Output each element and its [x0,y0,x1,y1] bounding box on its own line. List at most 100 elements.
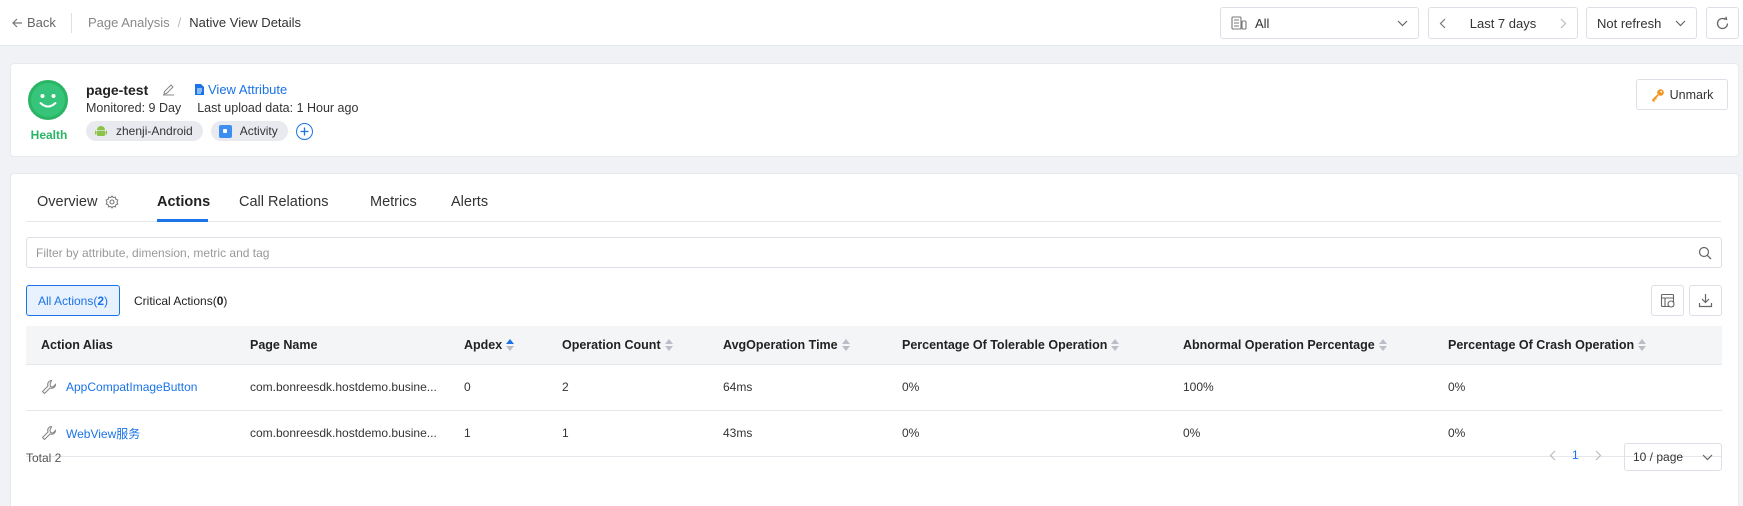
add-tag-button[interactable] [295,122,313,140]
view-attribute-link[interactable]: View Attribute [194,82,287,97]
action-alias-label: AppCompatImageButton [66,380,198,394]
tag-activity[interactable]: Activity [210,121,288,141]
app-select[interactable]: All [1220,7,1419,39]
sort-ascending-icon[interactable] [506,339,515,352]
tag-list: zhenji-Android Activity [86,121,313,141]
chevron-left-icon[interactable] [1549,450,1556,461]
monitored-duration: Monitored: 9 Day [86,101,182,115]
cell-action-alias: WebView服务 [26,410,235,457]
tab-actions[interactable]: Actions [157,194,210,210]
action-alias-link[interactable]: WebView服务 [41,425,235,442]
search-field [26,237,1722,268]
time-range-picker[interactable]: Last 7 days [1428,7,1578,39]
tab-bar: Overview Actions Call Relations Metrics … [26,174,1721,222]
breadcrumb-page-analysis[interactable]: Page Analysis [88,15,170,30]
sort-icon[interactable] [1378,339,1387,352]
filter-critical-actions[interactable]: Critical Actions(0) [134,285,227,316]
page-meta: Monitored: 9 Day Last upload data: 1 Hou… [86,101,358,115]
plus-icon [300,127,309,135]
time-range-value: Last 7 days [1469,15,1537,31]
col-action-alias-label: Action Alias [41,337,113,352]
page-size-value: 10 / page [1633,450,1684,464]
unmark-button[interactable]: Unmark [1636,79,1728,110]
cell-tolerable-percentage: 0% [887,410,1168,457]
filter-all-close: ) [104,293,109,308]
cell-avg-operation-time: 43ms [708,410,887,457]
table-settings-icon [1660,293,1675,308]
filter-critical-count: 0 [216,293,224,308]
sort-icon[interactable] [664,339,673,352]
cell-apdex: 0 [449,364,547,411]
chevron-down-icon [1675,20,1686,26]
back-label: Back [27,15,56,30]
page-title: page-test [86,82,149,98]
sort-icon[interactable] [1638,339,1647,352]
reload-button[interactable] [1706,7,1739,39]
page-name-value: com.bonreesdk.hostdemo.busine... [250,380,437,395]
page-size-select[interactable]: 10 / page [1624,443,1722,471]
col-tolerable-percentage[interactable]: Percentage Of Tolerable Operation [887,326,1168,365]
refresh-select[interactable]: Not refresh [1586,7,1697,39]
column-settings-button[interactable] [1651,285,1684,316]
search-icon[interactable] [1698,246,1712,260]
cell-avg-operation-time: 64ms [708,364,887,411]
tab-overview[interactable]: Overview [37,194,119,210]
tab-metrics[interactable]: Metrics [370,194,417,210]
col-page-name-label: Page Name [250,337,318,352]
last-upload-time: Last upload data: 1 Hour ago [197,101,359,115]
view-attribute-label: View Attribute [208,82,288,97]
col-page-name: Page Name [235,326,449,365]
cell-page-name: com.bonreesdk.hostdemo.busine... [235,410,449,457]
col-avg-operation-time-label: AvgOperation Time [723,337,838,352]
col-crash-percentage-label: Percentage Of Crash Operation [1448,337,1635,352]
sort-icon[interactable] [1111,339,1120,352]
tab-call-relations[interactable]: Call Relations [239,194,328,210]
gear-icon[interactable] [105,195,119,209]
filter-all-actions[interactable]: All Actions(2) [26,285,120,316]
key-icon [1651,88,1664,102]
breadcrumb: Page Analysis / Native View Details [88,15,301,30]
chevron-right-icon[interactable] [1560,18,1567,29]
refresh-select-value: Not refresh [1597,15,1662,31]
page-name-value: com.bonreesdk.hostdemo.busine... [250,426,437,441]
tag-app[interactable]: zhenji-Android [86,121,203,141]
wrench-icon [41,379,57,395]
cell-page-name: com.bonreesdk.hostdemo.busine... [235,364,449,411]
cell-abnormal-percentage: 100% [1168,364,1433,411]
filter-all-label: All Actions( [37,293,98,308]
active-tab-indicator [157,219,208,222]
cell-crash-percentage: 0% [1433,364,1722,411]
page-summary-card: Health page-test View Attribute Monitore… [10,63,1739,157]
tab-alerts[interactable]: Alerts [451,194,488,210]
col-abnormal-percentage-label: Abnormal Operation Percentage [1183,337,1375,352]
chevron-down-icon [1702,454,1713,460]
app-select-value: All [1255,15,1270,31]
chevron-left-icon[interactable] [1439,18,1446,29]
col-crash-percentage[interactable]: Percentage Of Crash Operation [1433,326,1722,365]
col-operation-count[interactable]: Operation Count [547,326,708,365]
action-alias-label: WebView服务 [66,426,141,441]
cell-action-alias: AppCompatImageButton [26,364,235,411]
tab-metrics-label: Metrics [370,194,417,210]
col-avg-operation-time[interactable]: AvgOperation Time [708,326,887,365]
edit-pencil-icon[interactable] [162,83,175,96]
action-alias-link[interactable]: AppCompatImageButton [41,379,235,395]
chevron-right-icon[interactable] [1595,450,1602,461]
activity-icon [218,124,232,138]
page-number[interactable]: 1 [1572,448,1579,462]
col-abnormal-percentage[interactable]: Abnormal Operation Percentage [1168,326,1433,365]
sort-icon[interactable] [841,339,850,352]
tag-app-label: zhenji-Android [116,124,193,138]
unmark-label: Unmark [1669,87,1714,102]
actions-table: Action Alias Page Name Apdex Operation C… [26,326,1722,457]
back-button[interactable]: Back [12,15,56,30]
filter-critical-label: Critical Actions( [134,293,217,308]
health-status-label: Health [30,128,68,142]
top-bar: Back Page Analysis / Native View Details… [0,0,1743,46]
cell-abnormal-percentage: 0% [1168,410,1433,457]
download-button[interactable] [1689,285,1722,316]
search-input[interactable] [27,238,1677,267]
col-apdex[interactable]: Apdex [449,326,547,365]
tab-overview-label: Overview [37,194,98,210]
tab-call-relations-label: Call Relations [239,194,329,210]
